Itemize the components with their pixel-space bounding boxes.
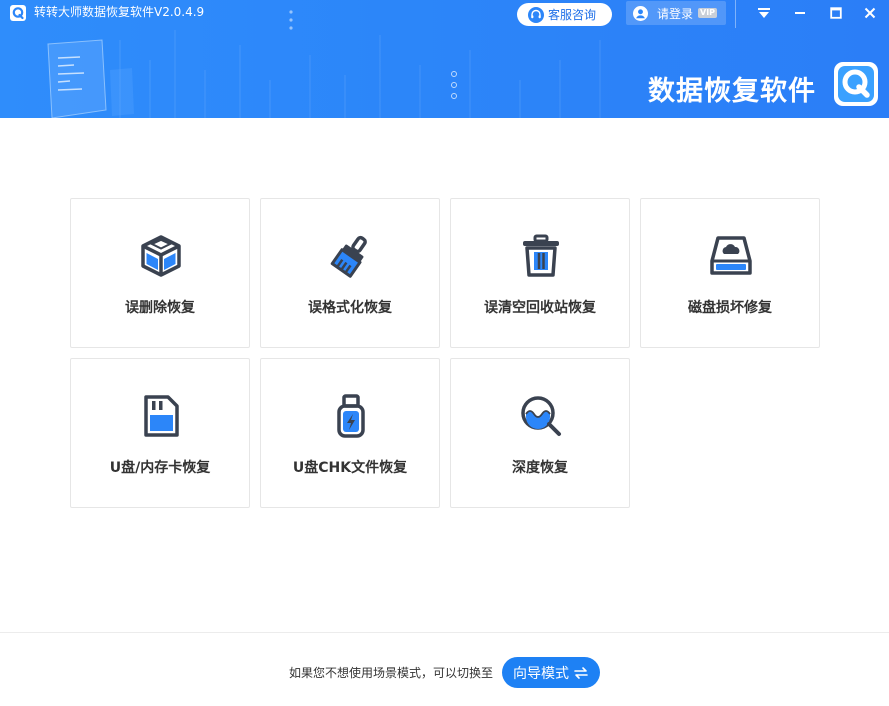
- footer-divider: [0, 632, 889, 633]
- card-label: 深度恢复: [512, 460, 568, 476]
- trash-icon: [523, 234, 559, 277]
- card-label: 误清空回收站恢复: [484, 300, 596, 316]
- app-title: 转转大师数据恢复软件V2.0.4.9: [34, 5, 205, 19]
- usb-drive-icon: [337, 394, 365, 438]
- card-recycle-bin-recovery[interactable]: 误清空回收站恢复: [450, 198, 630, 348]
- box-icon: [141, 235, 181, 277]
- footer-hint: 如果您不想使用场景模式，可以切换至: [289, 666, 494, 680]
- card-label: 误删除恢复: [125, 300, 195, 316]
- dropdown-menu-button[interactable]: [753, 4, 775, 22]
- maximize-icon: [830, 7, 842, 19]
- card-label: 误格式化恢复: [308, 300, 392, 316]
- card-usb-chk-recovery[interactable]: U盘CHK文件恢复: [260, 358, 440, 508]
- brush-icon: [330, 235, 367, 278]
- sd-card-icon: [144, 395, 179, 437]
- card-usb-sd-recovery[interactable]: U盘/内存卡恢复: [70, 358, 250, 508]
- customer-service-label: 客服咨询: [548, 8, 597, 22]
- login-label: 请登录: [657, 6, 694, 21]
- card-disk-repair[interactable]: 磁盘损坏修复: [640, 198, 820, 348]
- card-accidental-delete-recovery[interactable]: 误删除恢复: [70, 198, 250, 348]
- brand-title: 数据恢复软件: [648, 76, 816, 107]
- login-button[interactable]: 请登录 VIP: [626, 1, 726, 25]
- header-banner: 转转大师数据恢复软件V2.0.4.9 客服咨询 请登录 VIP 数据恢复软件: [0, 0, 889, 118]
- card-deep-recovery[interactable]: 深度恢复: [450, 358, 630, 508]
- disk-icon: [710, 236, 752, 275]
- card-label: U盘CHK文件恢复: [292, 460, 408, 476]
- app-logo-icon: [10, 5, 26, 21]
- close-button[interactable]: [859, 4, 881, 22]
- card-format-recovery[interactable]: 误格式化恢复: [260, 198, 440, 348]
- wizard-mode-button[interactable]: 向导模式: [502, 657, 600, 688]
- minimize-icon: [795, 12, 805, 14]
- brand-logo-icon: [834, 62, 878, 106]
- user-avatar-icon: [633, 5, 648, 21]
- swap-arrows-icon: [574, 666, 588, 679]
- maximize-button[interactable]: [825, 4, 847, 22]
- headset-icon: [528, 6, 544, 23]
- titlebar-divider: [735, 0, 736, 28]
- wizard-mode-label: 向导模式: [513, 665, 569, 682]
- minimize-button[interactable]: [789, 4, 811, 22]
- card-label: U盘/内存卡恢复: [109, 460, 211, 476]
- vip-badge: VIP: [698, 8, 718, 18]
- card-label: 磁盘损坏修复: [688, 300, 772, 316]
- customer-service-button[interactable]: 客服咨询: [517, 3, 612, 26]
- deep-search-icon: [521, 396, 561, 436]
- close-icon: [864, 7, 876, 19]
- menu-dropdown-icon: [758, 8, 770, 18]
